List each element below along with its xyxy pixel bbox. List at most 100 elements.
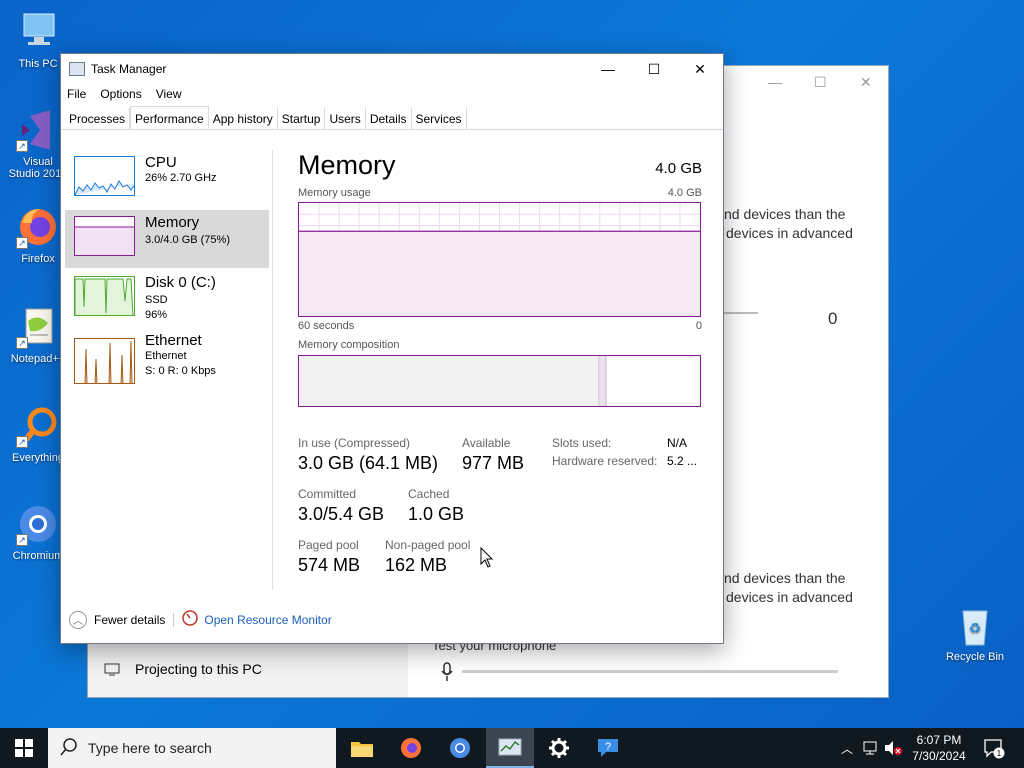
footer: ︿ Fewer details Open Resource Monitor [69,610,332,629]
chromium-icon: ↗ [16,502,60,546]
action-center-button[interactable]: 1 [980,728,1008,768]
chromium-icon [450,738,470,758]
ethernet-thumbnail-graph [74,338,135,384]
get-help-taskbar-button[interactable]: ? [584,728,632,768]
firefox-icon [401,738,421,758]
taskbar-search-box[interactable]: Type here to search [48,728,336,768]
close-button[interactable]: ✕ [860,74,872,91]
folder-icon [351,742,373,757]
resource-monitor-icon [182,610,199,629]
usage-label: Memory usage [298,187,371,199]
time-axis-right: 0 [695,320,702,332]
available-value: 977 MB [462,453,525,473]
sidebar-item-detail: Ethernet [145,350,187,362]
tab-app-history[interactable]: App history [209,108,278,130]
gear-icon [549,738,569,758]
menu-file[interactable]: File [67,87,86,101]
desktop-icon-label: Visual Studio 2017 [8,156,68,180]
sidebar-item-detail: 26% 2.70 GHz [145,172,217,184]
nav-item-projecting[interactable]: Projecting to this PC [135,661,262,677]
settings-value: 0 [828,309,838,328]
task-manager-icon [498,738,522,756]
disk-thumbnail-graph [74,276,135,316]
show-hidden-icons-button[interactable]: ︿ [838,728,856,768]
settings-nav: Projecting to this PC [88,643,408,697]
cached-value: 1.0 GB [408,504,465,524]
mic-level-bar [462,670,838,673]
svg-text:♻: ♻ [969,620,982,636]
sidebar-item-name: Ethernet [145,332,202,349]
cached-label: Cached [408,487,450,501]
tab-processes[interactable]: Processes [65,108,131,130]
monitor-icon [16,10,60,54]
settings-text: nd devices than the [724,206,846,222]
tab-services[interactable]: Services [412,108,467,130]
sidebar-item-name: Disk 0 (C:) [145,274,216,291]
nonpaged-pool-value: 162 MB [385,555,448,575]
taskbar-clock[interactable]: 6:07 PM 7/30/2024 [900,732,978,764]
sidebar-item-disk[interactable]: Disk 0 (C:) SSD 96% [65,270,269,328]
sidebar-item-detail: 3.0/4.0 GB (75%) [145,234,230,246]
search-icon [60,737,78,759]
paged-pool-value: 574 MB [298,555,361,575]
minimize-button[interactable]: — [585,54,631,84]
tab-startup[interactable]: Startup [278,108,326,130]
firefox-taskbar-button[interactable] [387,728,435,768]
file-explorer-button[interactable] [338,728,386,768]
firefox-icon: ↗ [16,205,60,249]
taskbar: Type here to search ? ︿ 6:07 PM 7/30/202… [0,728,1024,768]
sidebar-item-ethernet[interactable]: Ethernet Ethernet S: 0 R: 0 Kbps [65,330,269,396]
microphone-icon [440,662,454,685]
tab-users[interactable]: Users [325,108,366,130]
notification-count: 1 [997,749,1002,758]
svg-text:?: ? [605,741,611,753]
time-axis-left: 60 seconds [298,320,355,332]
network-icon[interactable] [860,728,882,768]
available-label: Available [462,436,511,450]
sidebar-item-memory[interactable]: Memory 3.0/4.0 GB (75%) [65,210,269,268]
settings-taskbar-button[interactable] [535,728,583,768]
start-button[interactable] [0,728,48,768]
visual-studio-icon: ↗ [16,108,60,152]
close-button[interactable]: ✕ [677,54,723,84]
paged-pool-label: Paged pool [298,538,359,552]
open-resource-monitor-link[interactable]: Open Resource Monitor [204,613,331,627]
fewer-details-button[interactable]: Fewer details [94,613,165,627]
chromium-taskbar-button[interactable] [436,728,484,768]
window-title: Task Manager [91,62,167,76]
performance-sidebar: CPU 26% 2.70 GHz Memory 3.0/4.0 GB (75%)… [61,150,273,590]
notification-icon: 1 [984,739,1005,759]
menu-bar: File Options View [61,84,723,104]
task-manager-taskbar-button[interactable] [486,728,534,768]
sidebar-item-name: CPU [145,154,177,171]
settings-text: nd devices than the [724,570,846,586]
settings-text: devices in advanced [726,225,853,241]
sidebar-item-cpu[interactable]: CPU 26% 2.70 GHz [65,150,269,208]
menu-options[interactable]: Options [100,87,141,101]
desktop-icon-label: Recycle Bin [945,651,1005,663]
maximize-button[interactable]: ☐ [814,74,827,91]
panel-title: Memory [298,150,396,180]
in-use-label: In use (Compressed) [298,436,411,450]
search-placeholder: Type here to search [88,740,212,756]
settings-text: devices in advanced [726,589,853,605]
slider-track [724,312,758,314]
clock-date: 7/30/2024 [912,749,966,763]
windows-icon [15,739,33,757]
tab-performance[interactable]: Performance [130,106,209,129]
committed-value: 3.0/5.4 GB [298,504,385,524]
memory-thumbnail-graph [74,216,135,256]
clock-time: 6:07 PM [916,733,962,747]
usage-area [299,231,700,316]
tab-details[interactable]: Details [366,108,412,130]
nonpaged-pool-label: Non-paged pool [385,538,471,552]
slots-label: Slots used: [552,436,612,450]
sidebar-item-detail: S: 0 R: 0 Kbps [145,365,216,377]
minimize-button[interactable]: — [768,74,782,90]
menu-view[interactable]: View [156,87,182,101]
desktop-icon-recycle-bin[interactable]: ♻ Recycle Bin [937,603,1013,663]
chevron-up-icon: ︿ [840,741,853,756]
chevron-up-icon[interactable]: ︿ [69,610,87,629]
projecting-icon [104,663,120,680]
maximize-button[interactable]: ☐ [631,54,677,84]
